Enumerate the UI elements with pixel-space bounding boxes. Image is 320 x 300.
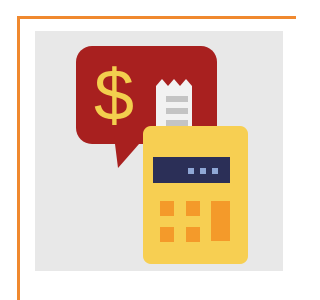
dollar-sign-icon: $ bbox=[94, 56, 134, 136]
illustration-card: $ bbox=[0, 0, 296, 300]
calculator-receipt-payment-icon: $ bbox=[76, 46, 248, 264]
calculator-icon bbox=[143, 126, 248, 264]
